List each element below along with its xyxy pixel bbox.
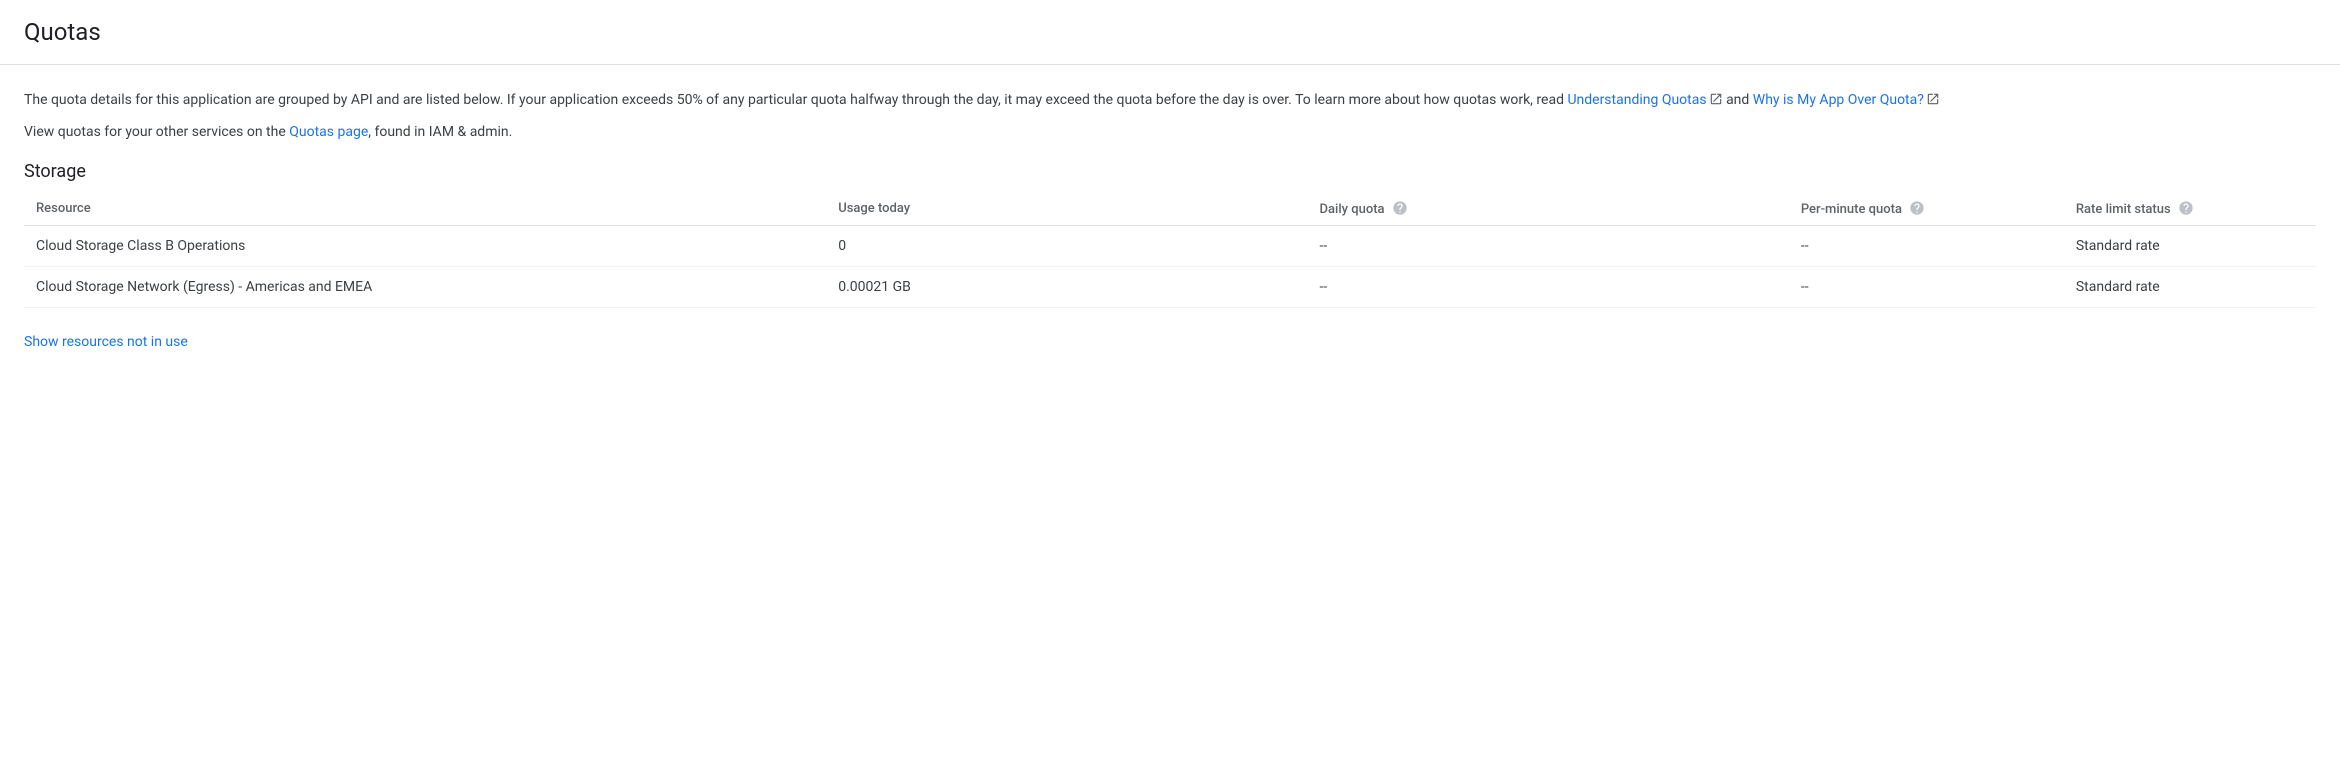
cell-minute: -- [1789, 226, 2064, 267]
col-header-usage: Usage today [826, 192, 1307, 226]
external-link-icon [1709, 91, 1723, 113]
page-header: Quotas [0, 0, 2340, 65]
quotas-page-link[interactable]: Quotas page [289, 124, 368, 140]
show-resources-container: Show resources not in use [24, 334, 2316, 350]
intro-between-links: and [1723, 92, 1753, 108]
intro-text-2b: , found in IAM & admin. [368, 124, 512, 140]
intro-paragraph-2: View quotas for your other services on t… [24, 121, 2164, 143]
cell-rate: Standard rate [2064, 226, 2316, 267]
external-link-icon [1926, 91, 1940, 113]
section-title-storage: Storage [24, 161, 2316, 182]
cell-rate: Standard rate [2064, 267, 2316, 308]
cell-daily: -- [1308, 226, 1789, 267]
col-header-daily: Daily quota [1308, 192, 1789, 226]
help-icon[interactable] [1909, 200, 1925, 216]
intro-text: The quota details for this application a… [24, 89, 2164, 143]
col-header-minute: Per-minute quota [1789, 192, 2064, 226]
understanding-quotas-link[interactable]: Understanding Quotas [1567, 92, 1706, 108]
page-content: The quota details for this application a… [0, 65, 2340, 350]
page-title: Quotas [24, 18, 2316, 46]
cell-resource: Cloud Storage Class B Operations [24, 226, 826, 267]
why-over-quota-link[interactable]: Why is My App Over Quota? [1753, 92, 1924, 108]
col-header-rate: Rate limit status [2064, 192, 2316, 226]
cell-resource: Cloud Storage Network (Egress) - America… [24, 267, 826, 308]
intro-paragraph-1: The quota details for this application a… [24, 89, 2164, 113]
table-row: Cloud Storage Class B Operations 0 -- --… [24, 226, 2316, 267]
help-icon[interactable] [2178, 200, 2194, 216]
intro-text-2a: View quotas for your other services on t… [24, 124, 289, 140]
show-resources-link[interactable]: Show resources not in use [24, 334, 188, 350]
table-header-row: Resource Usage today Daily quota Per-min… [24, 192, 2316, 226]
cell-daily: -- [1308, 267, 1789, 308]
col-header-resource: Resource [24, 192, 826, 226]
help-icon[interactable] [1392, 200, 1408, 216]
cell-usage: 0.00021 GB [826, 267, 1307, 308]
quota-table: Resource Usage today Daily quota Per-min… [24, 192, 2316, 308]
table-row: Cloud Storage Network (Egress) - America… [24, 267, 2316, 308]
cell-usage: 0 [826, 226, 1307, 267]
intro-text-1: The quota details for this application a… [24, 92, 1567, 108]
cell-minute: -- [1789, 267, 2064, 308]
